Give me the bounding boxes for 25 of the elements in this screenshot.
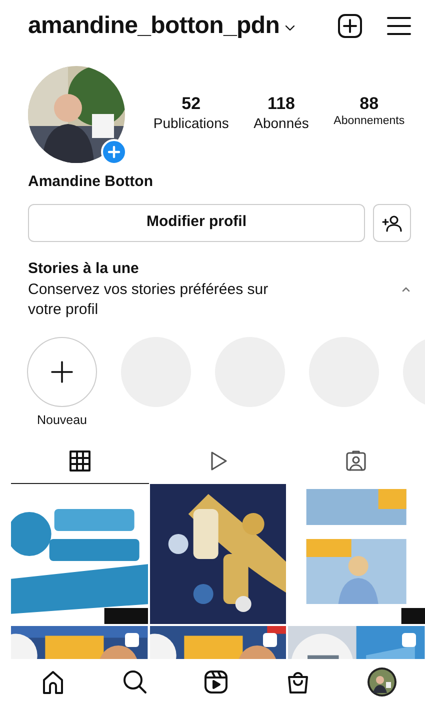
highlights-title: Stories à la une [28, 258, 140, 278]
stat-label: Publications [153, 114, 229, 134]
highlights-subtitle: Conservez vos stories préférées sur votre profil [28, 280, 270, 319]
add-story-badge[interactable] [101, 139, 127, 165]
search-icon[interactable] [122, 668, 148, 695]
profile-avatar[interactable] [367, 666, 398, 697]
stat-count: 52 [180, 94, 202, 114]
discover-people-button[interactable] [373, 204, 411, 242]
edit-profile-button[interactable]: Modifier profil [28, 204, 365, 242]
stat-count: 88 [358, 94, 380, 114]
menu-icon[interactable] [387, 15, 411, 37]
add-person-icon [382, 214, 402, 232]
stat-count: 118 [266, 94, 296, 114]
caret-icon [284, 24, 296, 32]
new-highlight-label: Nouveau [36, 412, 88, 429]
username-switcher[interactable]: amandine_botton_pdn [28, 8, 296, 44]
tagged-icon [345, 450, 367, 472]
stat-label: Abonnements [334, 114, 405, 130]
plus-icon [51, 361, 73, 383]
add-post-icon[interactable] [337, 13, 363, 39]
stat-label: Abonnés [254, 114, 309, 134]
reels-icon[interactable] [203, 668, 230, 695]
profile-name: Amandine Botton [27, 172, 154, 192]
grid-icon [69, 450, 91, 472]
collapse-icon[interactable] [401, 286, 411, 293]
